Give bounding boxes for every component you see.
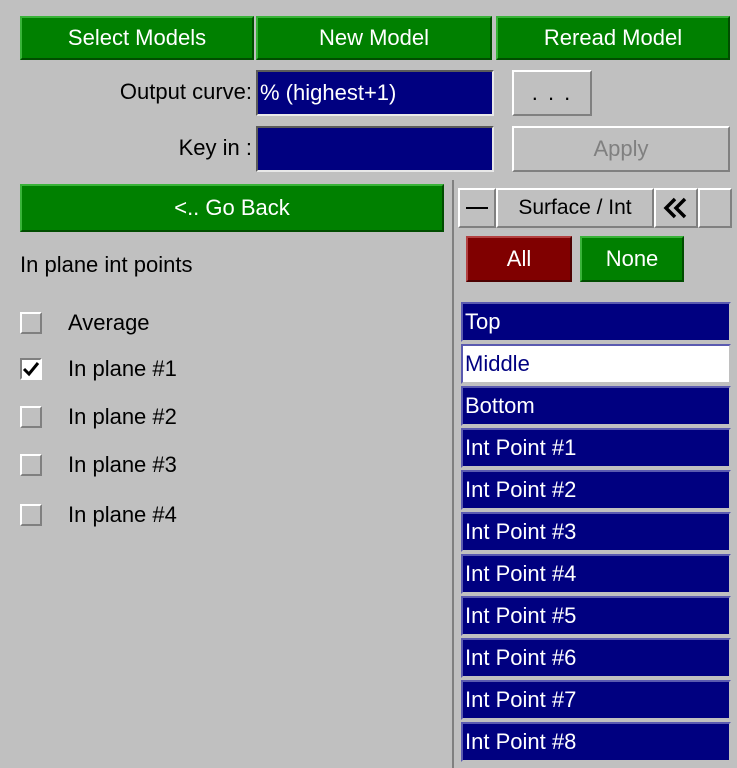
- list-item-middle[interactable]: Middle: [461, 344, 731, 384]
- checkbox-box[interactable]: [20, 454, 42, 476]
- checkmark-icon: [22, 362, 40, 377]
- checkbox-in-plane-4[interactable]: In plane #4: [20, 500, 177, 530]
- minimize-button[interactable]: [458, 188, 496, 228]
- list-item-int-point-6[interactable]: Int Point #6: [461, 638, 731, 678]
- checkbox-label: In plane #1: [68, 356, 177, 381]
- key-in-field[interactable]: [256, 126, 494, 172]
- output-curve-label: Output curve:: [119, 79, 252, 104]
- minus-icon: [466, 207, 488, 209]
- new-model-button[interactable]: New Model: [256, 16, 492, 60]
- checkbox-label: In plane #3: [68, 452, 177, 477]
- checkbox-label: In plane #4: [68, 502, 177, 527]
- list-item-int-point-4[interactable]: Int Point #4: [461, 554, 731, 594]
- browse-button[interactable]: . . .: [512, 70, 592, 116]
- select-models-button[interactable]: Select Models: [20, 16, 254, 60]
- collapse-button[interactable]: [654, 188, 698, 228]
- list-item-top[interactable]: Top: [461, 302, 731, 342]
- checkbox-box[interactable]: [20, 358, 42, 380]
- panel-divider: [452, 180, 454, 768]
- section-title: In plane int points: [20, 252, 193, 277]
- none-button[interactable]: None: [580, 236, 684, 282]
- output-curve-field[interactable]: % (highest+1): [256, 70, 494, 116]
- key-in-label: Key in :: [178, 135, 252, 160]
- checkbox-box[interactable]: [20, 504, 42, 526]
- go-back-button[interactable]: <.. Go Back: [20, 184, 444, 232]
- list-item-int-point-7[interactable]: Int Point #7: [461, 680, 731, 720]
- checkbox-in-plane-1[interactable]: In plane #1: [20, 354, 177, 384]
- list-item-bottom[interactable]: Bottom: [461, 386, 731, 426]
- list-item-int-point-2[interactable]: Int Point #2: [461, 470, 731, 510]
- checkbox-label: In plane #2: [68, 404, 177, 429]
- list-item-int-point-5[interactable]: Int Point #5: [461, 596, 731, 636]
- checkbox-box[interactable]: [20, 312, 42, 334]
- checkbox-average[interactable]: Average: [20, 308, 150, 338]
- double-chevron-left-icon: [663, 197, 687, 219]
- list-item-int-point-1[interactable]: Int Point #1: [461, 428, 731, 468]
- checkbox-in-plane-3[interactable]: In plane #3: [20, 450, 177, 480]
- list-item-int-point-8[interactable]: Int Point #8: [461, 722, 731, 762]
- reread-model-button[interactable]: Reread Model: [496, 16, 730, 60]
- all-button[interactable]: All: [466, 236, 572, 282]
- list-item-int-point-3[interactable]: Int Point #3: [461, 512, 731, 552]
- maximize-button[interactable]: [698, 188, 732, 228]
- apply-button[interactable]: Apply: [512, 126, 730, 172]
- checkbox-box[interactable]: [20, 406, 42, 428]
- checkbox-in-plane-2[interactable]: In plane #2: [20, 402, 177, 432]
- checkbox-label: Average: [68, 310, 150, 335]
- panel-header-title: Surface / Int: [496, 188, 654, 228]
